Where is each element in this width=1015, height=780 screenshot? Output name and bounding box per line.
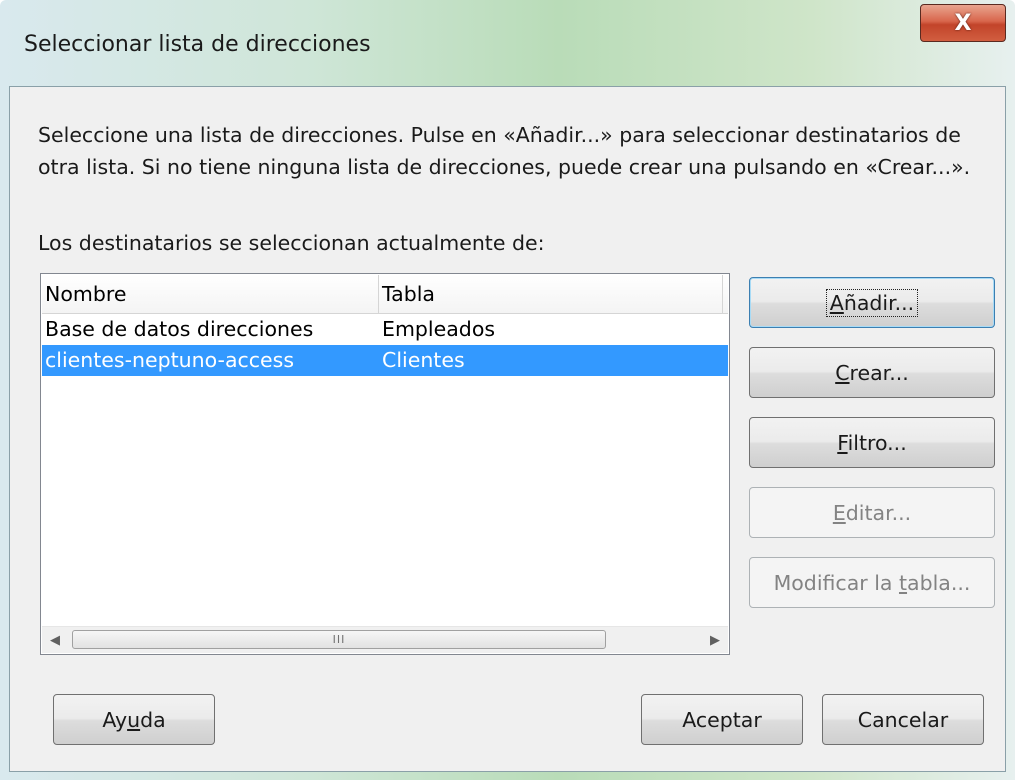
scroll-grip-icon: III <box>332 633 346 646</box>
instructions-text: Seleccione una lista de direcciones. Pul… <box>38 119 998 183</box>
dialog-body: Seleccione una lista de direcciones. Pul… <box>9 86 1006 772</box>
mnemonic: t <box>898 570 908 595</box>
help-button[interactable]: Ayuda <box>53 694 215 745</box>
dialog-window: Seleccionar lista de direcciones X Selec… <box>0 0 1015 780</box>
mnemonic: C <box>835 360 850 385</box>
filter-button[interactable]: Filtro... <box>749 417 995 468</box>
column-header-name[interactable]: Nombre <box>42 275 379 313</box>
list-row[interactable]: Base de datos direcciones Empleados <box>42 314 728 345</box>
address-list[interactable]: Nombre Tabla Base de datos direcciones E… <box>40 273 730 655</box>
mnemonic: F <box>837 430 848 455</box>
row-name: clientes-neptuno-access <box>45 348 295 372</box>
mnemonic: E <box>832 500 846 525</box>
source-label: Los destinatarios se seleccionan actualm… <box>38 231 545 255</box>
instructions-line-2: otra lista. Si no tiene ninguna lista de… <box>38 155 971 179</box>
title-bar[interactable]: Seleccionar lista de direcciones X <box>0 0 1015 86</box>
create-button[interactable]: Crear... <box>749 347 995 398</box>
ok-button[interactable]: Aceptar <box>641 694 803 745</box>
modify-table-button[interactable]: Modificar la tabla... <box>749 557 995 608</box>
row-table: Clientes <box>382 348 465 372</box>
add-button[interactable]: Añadir... <box>749 277 995 328</box>
row-name: Base de datos direcciones <box>45 317 314 341</box>
list-header: Nombre Tabla <box>42 275 728 314</box>
list-row-selected[interactable]: clientes-neptuno-access Clientes <box>42 345 728 376</box>
edit-button[interactable]: Editar... <box>749 487 995 538</box>
window-title: Seleccionar lista de direcciones <box>24 32 371 57</box>
close-button[interactable]: X <box>920 4 1006 42</box>
row-table: Empleados <box>382 317 496 341</box>
close-icon: X <box>954 10 972 36</box>
column-header-table[interactable]: Tabla <box>379 275 723 313</box>
scroll-left-arrow-icon[interactable]: ◀ <box>42 627 68 653</box>
scroll-right-arrow-icon[interactable]: ▶ <box>702 627 728 653</box>
scroll-thumb[interactable]: III <box>72 630 606 649</box>
cancel-button[interactable]: Cancelar <box>822 694 984 745</box>
horizontal-scrollbar[interactable]: ◀ III ▶ <box>42 626 728 653</box>
mnemonic: A <box>829 290 844 315</box>
mnemonic: u <box>127 707 141 732</box>
instructions-line-1: Seleccione una lista de direcciones. Pul… <box>38 123 961 147</box>
